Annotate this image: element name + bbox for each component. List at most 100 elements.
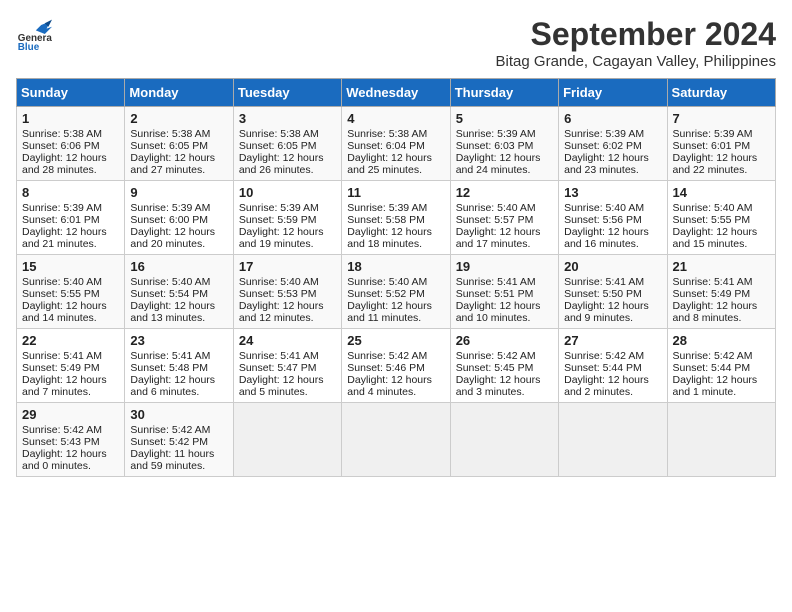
day-number: 25 [347,333,444,348]
calendar-day-cell: 18 Sunrise: 5:40 AM Sunset: 5:52 PM Dayl… [342,255,450,329]
daylight-label: Daylight: 12 hours and 12 minutes. [239,300,324,324]
logo-icon: General Blue [16,16,52,52]
daylight-label: Daylight: 12 hours and 1 minute. [673,374,758,398]
calendar-day-cell: 16 Sunrise: 5:40 AM Sunset: 5:54 PM Dayl… [125,255,233,329]
daylight-label: Daylight: 12 hours and 2 minutes. [564,374,649,398]
sunrise-label: Sunrise: 5:39 AM [239,202,319,214]
day-number: 15 [22,259,119,274]
day-of-week-header: Thursday [450,79,558,107]
sunset-label: Sunset: 5:50 PM [564,288,642,300]
daylight-label: Daylight: 12 hours and 6 minutes. [130,374,215,398]
sunrise-label: Sunrise: 5:42 AM [130,424,210,436]
calendar-day-cell: 23 Sunrise: 5:41 AM Sunset: 5:48 PM Dayl… [125,329,233,403]
day-number: 30 [130,407,227,422]
calendar-day-cell: 25 Sunrise: 5:42 AM Sunset: 5:46 PM Dayl… [342,329,450,403]
daylight-label: Daylight: 12 hours and 15 minutes. [673,226,758,250]
day-number: 28 [673,333,770,348]
sunset-label: Sunset: 5:55 PM [673,214,751,226]
calendar-header-row: SundayMondayTuesdayWednesdayThursdayFrid… [17,79,776,107]
calendar-day-cell: 14 Sunrise: 5:40 AM Sunset: 5:55 PM Dayl… [667,181,775,255]
day-of-week-header: Tuesday [233,79,341,107]
calendar-week-row: 29 Sunrise: 5:42 AM Sunset: 5:43 PM Dayl… [17,403,776,477]
sunset-label: Sunset: 5:59 PM [239,214,317,226]
day-number: 5 [456,111,553,126]
sunrise-label: Sunrise: 5:38 AM [130,128,210,140]
day-number: 16 [130,259,227,274]
sunset-label: Sunset: 6:02 PM [564,140,642,152]
sunrise-label: Sunrise: 5:40 AM [22,276,102,288]
daylight-label: Daylight: 11 hours and 59 minutes. [130,448,214,472]
daylight-label: Daylight: 12 hours and 19 minutes. [239,226,324,250]
day-number: 2 [130,111,227,126]
day-number: 17 [239,259,336,274]
day-number: 24 [239,333,336,348]
sunrise-label: Sunrise: 5:41 AM [130,350,210,362]
calendar-day-cell: 13 Sunrise: 5:40 AM Sunset: 5:56 PM Dayl… [559,181,667,255]
calendar-day-cell: 19 Sunrise: 5:41 AM Sunset: 5:51 PM Dayl… [450,255,558,329]
sunrise-label: Sunrise: 5:39 AM [347,202,427,214]
day-number: 18 [347,259,444,274]
daylight-label: Daylight: 12 hours and 0 minutes. [22,448,107,472]
daylight-label: Daylight: 12 hours and 16 minutes. [564,226,649,250]
sunset-label: Sunset: 5:54 PM [130,288,208,300]
sunset-label: Sunset: 5:57 PM [456,214,534,226]
sunrise-label: Sunrise: 5:40 AM [673,202,753,214]
day-number: 9 [130,185,227,200]
calendar-day-cell: 9 Sunrise: 5:39 AM Sunset: 6:00 PM Dayli… [125,181,233,255]
sunset-label: Sunset: 5:48 PM [130,362,208,374]
sunset-label: Sunset: 6:01 PM [673,140,751,152]
day-number: 10 [239,185,336,200]
sunrise-label: Sunrise: 5:38 AM [347,128,427,140]
calendar-day-cell [667,403,775,477]
sunset-label: Sunset: 6:00 PM [130,214,208,226]
calendar-day-cell: 22 Sunrise: 5:41 AM Sunset: 5:49 PM Dayl… [17,329,125,403]
calendar-day-cell: 1 Sunrise: 5:38 AM Sunset: 6:06 PM Dayli… [17,107,125,181]
sunset-label: Sunset: 6:06 PM [22,140,100,152]
sunset-label: Sunset: 5:52 PM [347,288,425,300]
sunrise-label: Sunrise: 5:39 AM [456,128,536,140]
calendar-day-cell: 15 Sunrise: 5:40 AM Sunset: 5:55 PM Dayl… [17,255,125,329]
sunset-label: Sunset: 5:55 PM [22,288,100,300]
daylight-label: Daylight: 12 hours and 13 minutes. [130,300,215,324]
sunset-label: Sunset: 6:03 PM [456,140,534,152]
day-number: 13 [564,185,661,200]
day-number: 20 [564,259,661,274]
calendar-day-cell: 26 Sunrise: 5:42 AM Sunset: 5:45 PM Dayl… [450,329,558,403]
calendar-week-row: 15 Sunrise: 5:40 AM Sunset: 5:55 PM Dayl… [17,255,776,329]
calendar-day-cell: 8 Sunrise: 5:39 AM Sunset: 6:01 PM Dayli… [17,181,125,255]
sunset-label: Sunset: 5:46 PM [347,362,425,374]
daylight-label: Daylight: 12 hours and 20 minutes. [130,226,215,250]
calendar-day-cell: 7 Sunrise: 5:39 AM Sunset: 6:01 PM Dayli… [667,107,775,181]
daylight-label: Daylight: 12 hours and 11 minutes. [347,300,432,324]
sunset-label: Sunset: 6:04 PM [347,140,425,152]
sunset-label: Sunset: 5:51 PM [456,288,534,300]
daylight-label: Daylight: 12 hours and 18 minutes. [347,226,432,250]
sunset-label: Sunset: 5:53 PM [239,288,317,300]
calendar-week-row: 22 Sunrise: 5:41 AM Sunset: 5:49 PM Dayl… [17,329,776,403]
sunrise-label: Sunrise: 5:38 AM [239,128,319,140]
daylight-label: Daylight: 12 hours and 5 minutes. [239,374,324,398]
day-of-week-header: Sunday [17,79,125,107]
day-number: 4 [347,111,444,126]
sunrise-label: Sunrise: 5:42 AM [673,350,753,362]
page-header: General Blue September 2024 Bitag Grande… [16,16,776,70]
daylight-label: Daylight: 12 hours and 7 minutes. [22,374,107,398]
daylight-label: Daylight: 12 hours and 3 minutes. [456,374,541,398]
calendar-day-cell: 29 Sunrise: 5:42 AM Sunset: 5:43 PM Dayl… [17,403,125,477]
sunrise-label: Sunrise: 5:42 AM [22,424,102,436]
day-number: 12 [456,185,553,200]
title-block: September 2024 Bitag Grande, Cagayan Val… [496,16,776,70]
day-number: 23 [130,333,227,348]
daylight-label: Daylight: 12 hours and 24 minutes. [456,152,541,176]
daylight-label: Daylight: 12 hours and 26 minutes. [239,152,324,176]
sunrise-label: Sunrise: 5:41 AM [456,276,536,288]
daylight-label: Daylight: 12 hours and 14 minutes. [22,300,107,324]
day-number: 14 [673,185,770,200]
sunrise-label: Sunrise: 5:41 AM [673,276,753,288]
sunset-label: Sunset: 5:43 PM [22,436,100,448]
day-number: 8 [22,185,119,200]
sunrise-label: Sunrise: 5:42 AM [456,350,536,362]
daylight-label: Daylight: 12 hours and 21 minutes. [22,226,107,250]
sunset-label: Sunset: 5:44 PM [564,362,642,374]
sunset-label: Sunset: 6:01 PM [22,214,100,226]
